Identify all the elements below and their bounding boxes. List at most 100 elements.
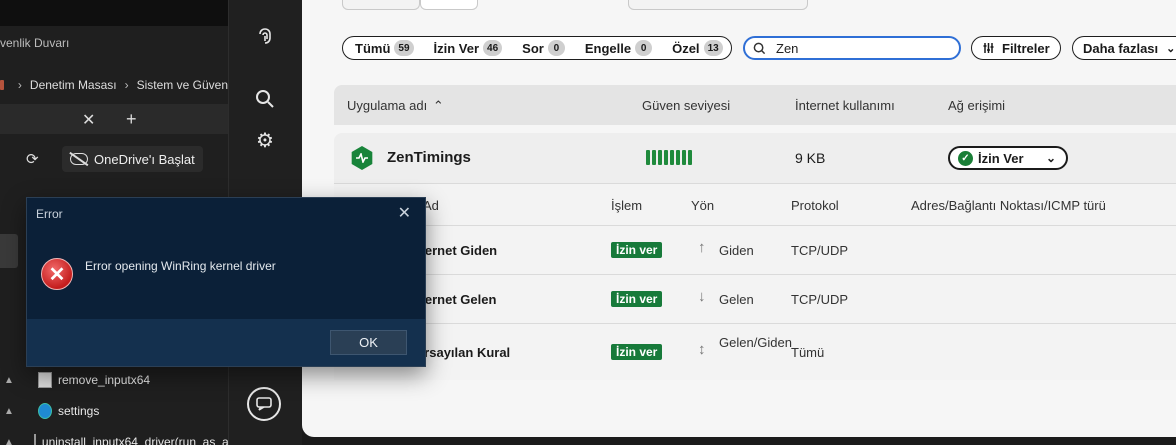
network-access-dropdown[interactable]: ✓ İzin Ver ⌄	[948, 146, 1068, 170]
chevron-down-icon: ⌄	[1166, 42, 1176, 55]
apps-table-header: Uygulama adı ⌃ Güven seviyesi İnternet k…	[334, 85, 1176, 125]
arrow-down-icon: ↓	[698, 288, 706, 305]
chat-icon[interactable]	[247, 387, 281, 421]
table-row[interactable]: ZenTimings 9 KB ✓ İzin Ver ⌄	[334, 133, 1176, 183]
rule-action-badge: İzin ver	[611, 344, 663, 360]
error-icon: ✕	[41, 258, 73, 290]
explorer-window-title: venlik Duvarı	[0, 36, 70, 50]
search-box[interactable]	[743, 36, 961, 60]
internet-usage-value: 9 KB	[795, 150, 826, 166]
search-icon[interactable]	[251, 85, 279, 113]
tab-4[interactable]	[628, 0, 808, 10]
breadcrumb-chevron-icon: ›	[124, 78, 129, 92]
list-item[interactable]: ▲ settings	[0, 399, 228, 423]
breadcrumb-item[interactable]: Denetim Masası	[30, 78, 117, 92]
search-input[interactable]	[776, 40, 946, 56]
trust-segment	[670, 150, 674, 165]
error-dialog: Error ✕ ✕ Error opening WinRing kernel d…	[26, 197, 426, 367]
status-filter-group: Tümü 59 İzin Ver 46 Sor 0 Engelle 0 Özel…	[342, 36, 732, 60]
column-trust[interactable]: Güven seviyesi	[642, 98, 730, 113]
dialog-message: Error opening WinRing kernel driver	[85, 259, 276, 273]
onedrive-label: OneDrive'ı Başlat	[94, 151, 195, 167]
column-app-name[interactable]: Uygulama adı ⌃	[347, 98, 444, 114]
dialog-title: Error	[36, 207, 63, 221]
arrow-up-icon: ↑	[698, 239, 706, 256]
breadcrumb[interactable]: › Denetim Masası › Sistem ve Güven	[0, 72, 228, 98]
list-item[interactable]: ▲ remove_inputx64	[0, 368, 228, 392]
gear-icon[interactable]: ⚙	[251, 126, 279, 154]
rule-action-badge: İzin ver	[611, 242, 663, 258]
pin-icon: ▲	[4, 436, 14, 445]
rule-direction: Gelen/Giden	[719, 335, 792, 350]
firewall-app-window: Tümü 59 İzin Ver 46 Sor 0 Engelle 0 Özel…	[302, 0, 1176, 437]
trust-segment	[658, 150, 662, 165]
explorer-tab-bar: ✕ +	[0, 104, 228, 134]
ok-button[interactable]: OK	[330, 330, 407, 355]
filter-allow[interactable]: İzin Ver 46	[430, 38, 507, 58]
tab-close-icon[interactable]: ✕	[82, 110, 95, 130]
file-icon	[33, 434, 36, 445]
filter-ask[interactable]: Sor 0	[518, 38, 569, 58]
filter-block[interactable]: Engelle 0	[581, 38, 656, 58]
check-circle-icon: ✓	[958, 150, 973, 166]
rule-row[interactable]: İnternet Gelen İzin ver ↓ Gelen TCP/UDP	[334, 275, 1176, 324]
rule-col-action: İşlem	[611, 198, 643, 213]
breadcrumb-chevron-icon: ›	[17, 78, 22, 92]
filters-button[interactable]: Filtreler	[971, 36, 1061, 60]
count-badge: 0	[547, 40, 565, 56]
pin-icon: ▲	[4, 405, 14, 417]
top-tab-strip	[342, 0, 808, 10]
rule-protocol: Tümü	[791, 345, 825, 360]
filter-custom[interactable]: Özel 13	[668, 38, 727, 58]
count-badge: 59	[394, 40, 414, 56]
more-dropdown[interactable]: Daha fazlası ⌄	[1072, 36, 1176, 60]
rule-col-protocol: Protokol	[791, 198, 839, 213]
more-label: Daha fazlası	[1083, 40, 1159, 56]
fingerprint-icon[interactable]	[251, 22, 279, 50]
file-icon	[38, 372, 52, 388]
trust-segment	[676, 150, 680, 165]
filter-label: Tümü	[355, 40, 391, 56]
dialog-footer: OK	[27, 319, 425, 366]
sort-up-icon: ⌃	[432, 98, 444, 113]
count-badge: 13	[703, 40, 723, 56]
filter-label: İzin Ver	[433, 40, 480, 56]
onedrive-start-button[interactable]: OneDrive'ı Başlat	[62, 146, 203, 172]
tab-2[interactable]	[420, 0, 478, 10]
arrow-up-down-icon: ↕	[698, 341, 706, 358]
column-access[interactable]: Ağ erişimi	[948, 98, 1005, 113]
rules-subtable: Ad İşlem Yön Protokol Adres/Bağlantı Nok…	[334, 183, 1176, 380]
refresh-icon[interactable]: ⟳	[26, 150, 39, 168]
rule-row[interactable]: İnternet Giden İzin ver ↑ Giden TCP/UDP	[334, 226, 1176, 275]
file-name: uninstall_inputx64_driver(run_as_admin)	[41, 435, 259, 445]
access-label: İzin Ver	[978, 150, 1024, 166]
trust-level-indicator	[646, 150, 692, 165]
trust-segment	[664, 150, 668, 165]
list-item[interactable]: ▲ uninstall_inputx64_driver(run_as_admin…	[0, 430, 259, 445]
column-usage[interactable]: İnternet kullanımı	[795, 98, 895, 113]
count-badge: 46	[483, 40, 503, 56]
rule-col-direction: Yön	[691, 198, 715, 213]
filter-all[interactable]: Tümü 59	[351, 38, 418, 58]
column-label: Uygulama adı	[347, 98, 428, 113]
breadcrumb-item[interactable]: Sistem ve Güven	[137, 78, 228, 92]
new-tab-button[interactable]: +	[126, 109, 137, 130]
rule-protocol: TCP/UDP	[791, 243, 849, 258]
zentimings-logo-icon	[351, 146, 373, 170]
close-icon[interactable]: ✕	[398, 203, 411, 223]
filters-label: Filtreler	[1002, 40, 1050, 56]
rule-row[interactable]: Varsayılan Kural İzin ver ↕ Gelen/Giden …	[334, 324, 1176, 381]
tab-1[interactable]	[342, 0, 420, 10]
rule-col-address: Adres/Bağlantı Noktası/ICMP türü	[911, 198, 1106, 213]
count-badge: 0	[635, 40, 653, 56]
firewall-icon	[0, 80, 4, 90]
app-name: ZenTimings	[387, 149, 471, 166]
explorer-titlebar	[0, 0, 228, 26]
search-icon	[753, 42, 766, 54]
dialog-body: ✕ Error opening WinRing kernel driver	[27, 229, 425, 319]
pin-icon: ▲	[4, 374, 14, 386]
edge-icon	[38, 403, 52, 419]
filter-label: Sor	[522, 40, 544, 56]
cloud-off-icon	[70, 153, 88, 165]
file-name: settings	[58, 404, 100, 418]
